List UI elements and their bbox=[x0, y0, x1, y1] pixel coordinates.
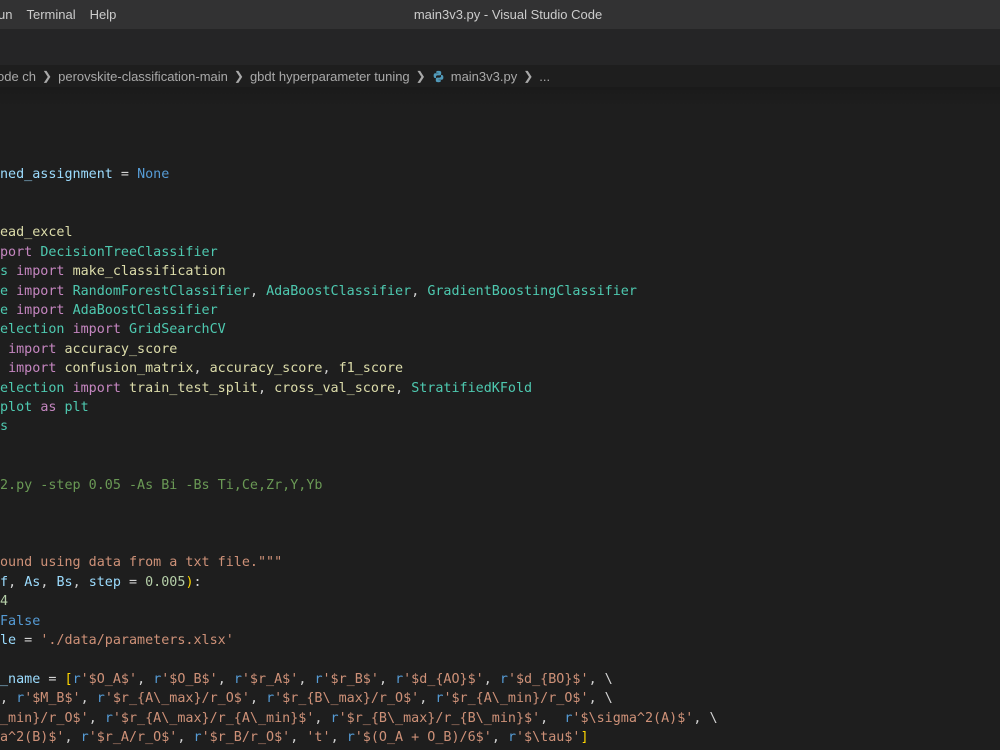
code-line: 4 bbox=[0, 594, 9, 609]
code-line: ound using data from a txt file.""" bbox=[0, 555, 283, 570]
chevron-right-icon: ❯ bbox=[523, 69, 534, 83]
breadcrumb-item-symbol[interactable]: ... bbox=[539, 69, 550, 84]
menu-run[interactable]: un bbox=[0, 7, 19, 22]
code-editor[interactable]: ned_assignment = None ead_excel port Dec… bbox=[0, 107, 1000, 750]
window-title: main3v3.py - Visual Studio Code bbox=[413, 7, 603, 22]
code-line: s import make_classification bbox=[0, 264, 226, 279]
python-icon bbox=[433, 70, 444, 82]
menu-terminal[interactable]: Terminal bbox=[26, 7, 82, 22]
code-line: _min}/r_O$', r'$r_{A\_max}/r_{A\_min}$',… bbox=[0, 711, 718, 726]
code-line: 2.py -step 0.05 -As Bi -Bs Ti,Ce,Zr,Y,Yb bbox=[0, 478, 323, 493]
code-line: import confusion_matrix, accuracy_score,… bbox=[8, 361, 404, 376]
chevron-right-icon: ❯ bbox=[415, 69, 426, 83]
code-line: election import train_test_split, cross_… bbox=[0, 381, 533, 396]
code-line: le = './data/parameters.xlsx' bbox=[0, 633, 234, 648]
breadcrumb: ode ch ❯ perovskite-classification-main … bbox=[0, 65, 1000, 87]
breadcrumb-item-subfolder[interactable]: gbdt hyperparameter tuning bbox=[250, 69, 410, 84]
window-title-area: main3v3.py - Visual Studio Code bbox=[0, 0, 1000, 29]
code-line: ned_assignment = None bbox=[0, 167, 170, 182]
breadcrumb-item-folder[interactable]: ode ch bbox=[0, 69, 36, 84]
code-line: e import AdaBoostClassifier bbox=[0, 303, 218, 318]
code-line: , r'$M_B$', r'$r_{A\_max}/r_O$', r'$r_{B… bbox=[0, 691, 613, 706]
breadcrumb-file-label: main3v3.py bbox=[450, 68, 518, 84]
code-line: election import GridSearchCV bbox=[0, 322, 226, 337]
menu-help[interactable]: Help bbox=[90, 7, 124, 22]
chevron-right-icon: ❯ bbox=[233, 69, 244, 83]
code-line: s bbox=[0, 419, 9, 434]
menu-bar: un Terminal Help bbox=[0, 0, 130, 29]
code-line: import accuracy_score bbox=[8, 342, 178, 357]
code-line: _name = [r'$O_A$', r'$O_B$', r'$r_A$', r… bbox=[0, 672, 613, 687]
editor-top-shadow bbox=[0, 87, 1000, 107]
code-line: plot as plt bbox=[0, 400, 89, 415]
chevron-right-icon: ❯ bbox=[42, 69, 53, 83]
breadcrumb-item-project[interactable]: perovskite-classification-main bbox=[58, 69, 228, 84]
code-line: ead_excel bbox=[0, 225, 73, 240]
code-line: f, As, Bs, step = 0.005): bbox=[0, 575, 202, 590]
code-line: a^2(B)$', r'$r_A/r_O$', r'$r_B/r_O$', 't… bbox=[0, 730, 589, 745]
breadcrumb-item-file[interactable]: main3v3.py bbox=[432, 69, 517, 84]
code-line: e import RandomForestClassifier, AdaBoos… bbox=[0, 284, 637, 299]
editor-tab-bar bbox=[0, 29, 1000, 65]
title-bar: un Terminal Help main3v3.py - Visual Stu… bbox=[0, 0, 1000, 29]
code-line: port DecisionTreeClassifier bbox=[0, 245, 218, 260]
code-line: False bbox=[0, 614, 41, 629]
